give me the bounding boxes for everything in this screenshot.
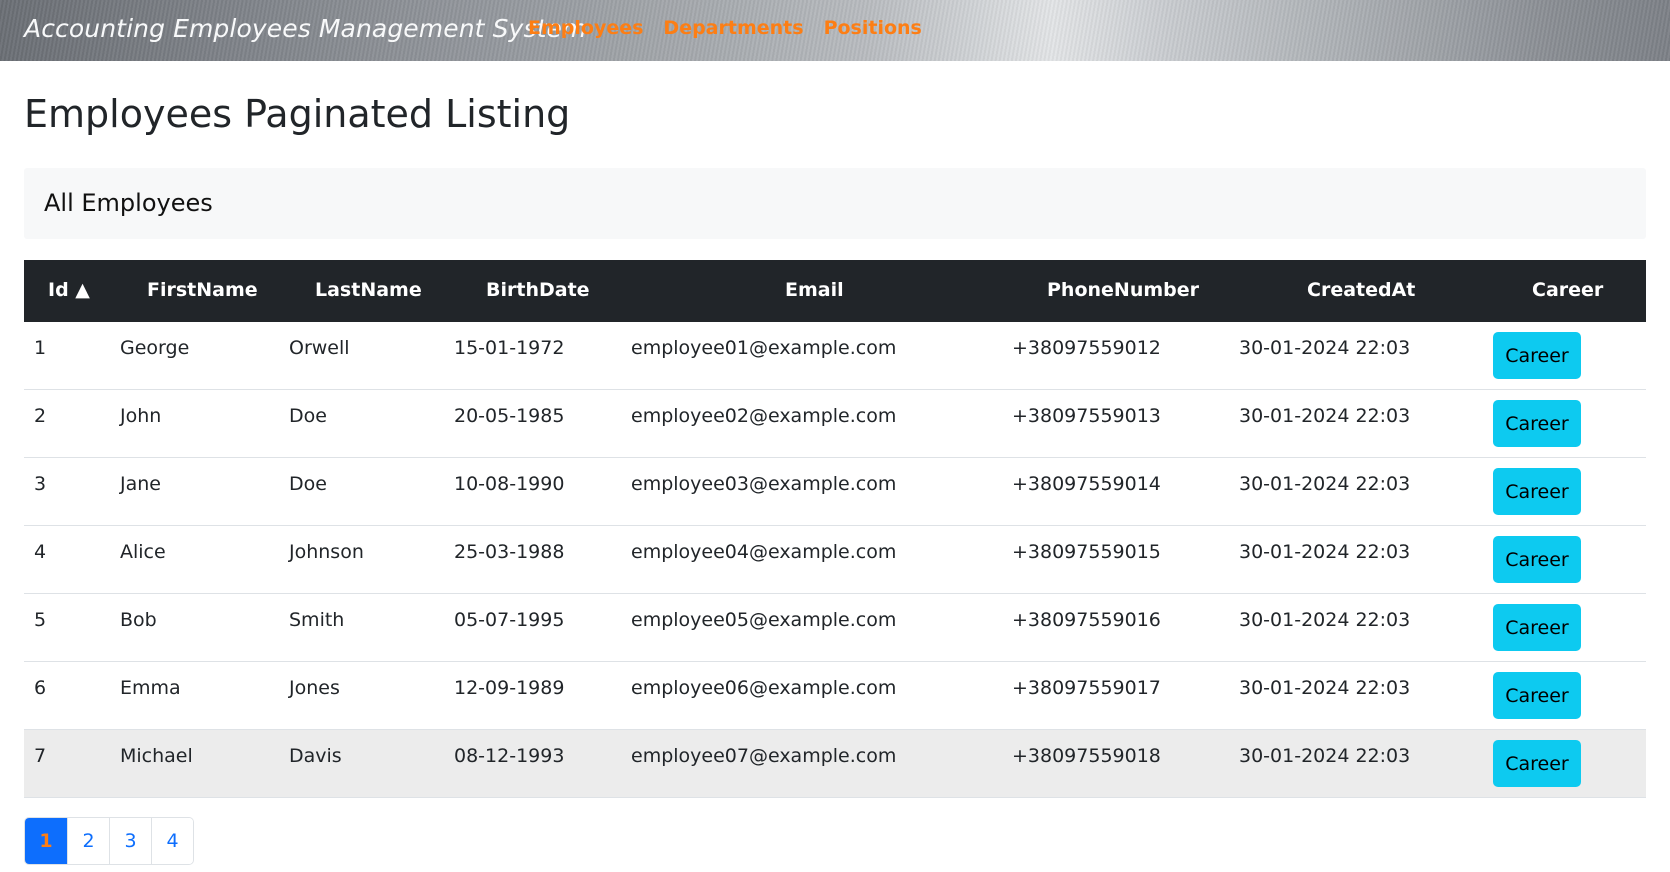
cell-firstname: George	[120, 337, 190, 359]
column-header-email[interactable]: Email	[785, 279, 844, 301]
column-header-birthdate[interactable]: BirthDate	[486, 279, 590, 301]
column-header-id[interactable]: Id ▲	[48, 279, 90, 301]
cell-birthdate: 20-05-1985	[454, 405, 565, 427]
cell-createdat: 30-01-2024 22:03	[1239, 405, 1411, 427]
nav-link-positions[interactable]: Positions	[824, 17, 922, 39]
cell-id: 7	[34, 745, 47, 767]
table-header-row: Id ▲ FirstName LastName BirthDate Email …	[24, 260, 1646, 322]
cell-birthdate: 10-08-1990	[454, 473, 565, 495]
cell-firstname: John	[120, 405, 162, 427]
table-row: 1 George Orwell 15-01-1972 employee01@ex…	[24, 322, 1646, 390]
table-row: 3 Jane Doe 10-08-1990 employee03@example…	[24, 458, 1646, 526]
column-header-career: Career	[1532, 279, 1604, 301]
cell-lastname: Johnson	[289, 541, 364, 563]
cell-email: employee07@example.com	[631, 745, 897, 767]
cell-lastname: Smith	[289, 609, 345, 631]
cell-email: employee05@example.com	[631, 609, 897, 631]
cell-firstname: Bob	[120, 609, 157, 631]
page-link-1[interactable]: 1	[25, 818, 67, 864]
cell-firstname: Emma	[120, 677, 181, 699]
table-row: 2 John Doe 20-05-1985 employee02@example…	[24, 390, 1646, 458]
cell-id: 5	[34, 609, 47, 631]
cell-phonenumber: +38097559018	[1012, 745, 1161, 767]
column-header-lastname[interactable]: LastName	[315, 279, 422, 301]
table-row: 5 Bob Smith 05-07-1995 employee05@exampl…	[24, 594, 1646, 662]
career-button[interactable]: Career	[1493, 400, 1581, 447]
cell-lastname: Doe	[289, 473, 327, 495]
nav-links: Employees Departments Positions	[528, 17, 922, 39]
cell-id: 6	[34, 677, 47, 699]
cell-createdat: 30-01-2024 22:03	[1239, 677, 1411, 699]
cell-phonenumber: +38097559014	[1012, 473, 1161, 495]
page-link-3[interactable]: 3	[109, 818, 151, 864]
career-button[interactable]: Career	[1493, 332, 1581, 379]
cell-phonenumber: +38097559015	[1012, 541, 1161, 563]
cell-firstname: Alice	[120, 541, 166, 563]
page-link-4[interactable]: 4	[151, 818, 193, 864]
cell-lastname: Orwell	[289, 337, 350, 359]
cell-createdat: 30-01-2024 22:03	[1239, 473, 1411, 495]
cell-createdat: 30-01-2024 22:03	[1239, 609, 1411, 631]
cell-id: 1	[34, 337, 47, 359]
cell-phonenumber: +38097559016	[1012, 609, 1161, 631]
employees-table: Id ▲ FirstName LastName BirthDate Email …	[24, 260, 1646, 798]
cell-phonenumber: +38097559012	[1012, 337, 1161, 359]
cell-email: employee06@example.com	[631, 677, 897, 699]
cell-firstname: Michael	[120, 745, 193, 767]
nav-link-departments[interactable]: Departments	[663, 17, 803, 39]
career-button[interactable]: Career	[1493, 604, 1581, 651]
cell-email: employee04@example.com	[631, 541, 897, 563]
cell-firstname: Jane	[120, 473, 161, 495]
table-row: 7 Michael Davis 08-12-1993 employee07@ex…	[24, 730, 1646, 798]
nav-link-employees[interactable]: Employees	[528, 17, 643, 39]
page-link-2[interactable]: 2	[67, 818, 109, 864]
cell-id: 3	[34, 473, 47, 495]
cell-id: 2	[34, 405, 47, 427]
cell-lastname: Doe	[289, 405, 327, 427]
cell-lastname: Davis	[289, 745, 342, 767]
column-header-phonenumber[interactable]: PhoneNumber	[1047, 279, 1199, 301]
career-button[interactable]: Career	[1493, 536, 1581, 583]
cell-createdat: 30-01-2024 22:03	[1239, 745, 1411, 767]
card-header-title: All Employees	[44, 189, 213, 217]
cell-birthdate: 12-09-1989	[454, 677, 565, 699]
cell-birthdate: 08-12-1993	[454, 745, 565, 767]
table-row: 4 Alice Johnson 25-03-1988 employee04@ex…	[24, 526, 1646, 594]
career-button[interactable]: Career	[1493, 740, 1581, 787]
cell-createdat: 30-01-2024 22:03	[1239, 541, 1411, 563]
cell-phonenumber: +38097559017	[1012, 677, 1161, 699]
cell-createdat: 30-01-2024 22:03	[1239, 337, 1411, 359]
career-button[interactable]: Career	[1493, 672, 1581, 719]
pagination: 1 2 3 4	[24, 817, 194, 865]
page-title: Employees Paginated Listing	[24, 92, 571, 136]
career-button[interactable]: Career	[1493, 468, 1581, 515]
cell-phonenumber: +38097559013	[1012, 405, 1161, 427]
column-header-createdat[interactable]: CreatedAt	[1307, 279, 1415, 301]
cell-id: 4	[34, 541, 47, 563]
card-header: All Employees	[24, 168, 1646, 239]
cell-email: employee02@example.com	[631, 405, 897, 427]
cell-lastname: Jones	[289, 677, 340, 699]
brand-title[interactable]: Accounting Employees Management System	[24, 14, 586, 43]
cell-email: employee01@example.com	[631, 337, 897, 359]
cell-birthdate: 05-07-1995	[454, 609, 565, 631]
cell-birthdate: 25-03-1988	[454, 541, 565, 563]
table-row: 6 Emma Jones 12-09-1989 employee06@examp…	[24, 662, 1646, 730]
cell-birthdate: 15-01-1972	[454, 337, 565, 359]
top-navbar: Accounting Employees Management System E…	[0, 0, 1670, 61]
cell-email: employee03@example.com	[631, 473, 897, 495]
column-header-firstname[interactable]: FirstName	[147, 279, 258, 301]
